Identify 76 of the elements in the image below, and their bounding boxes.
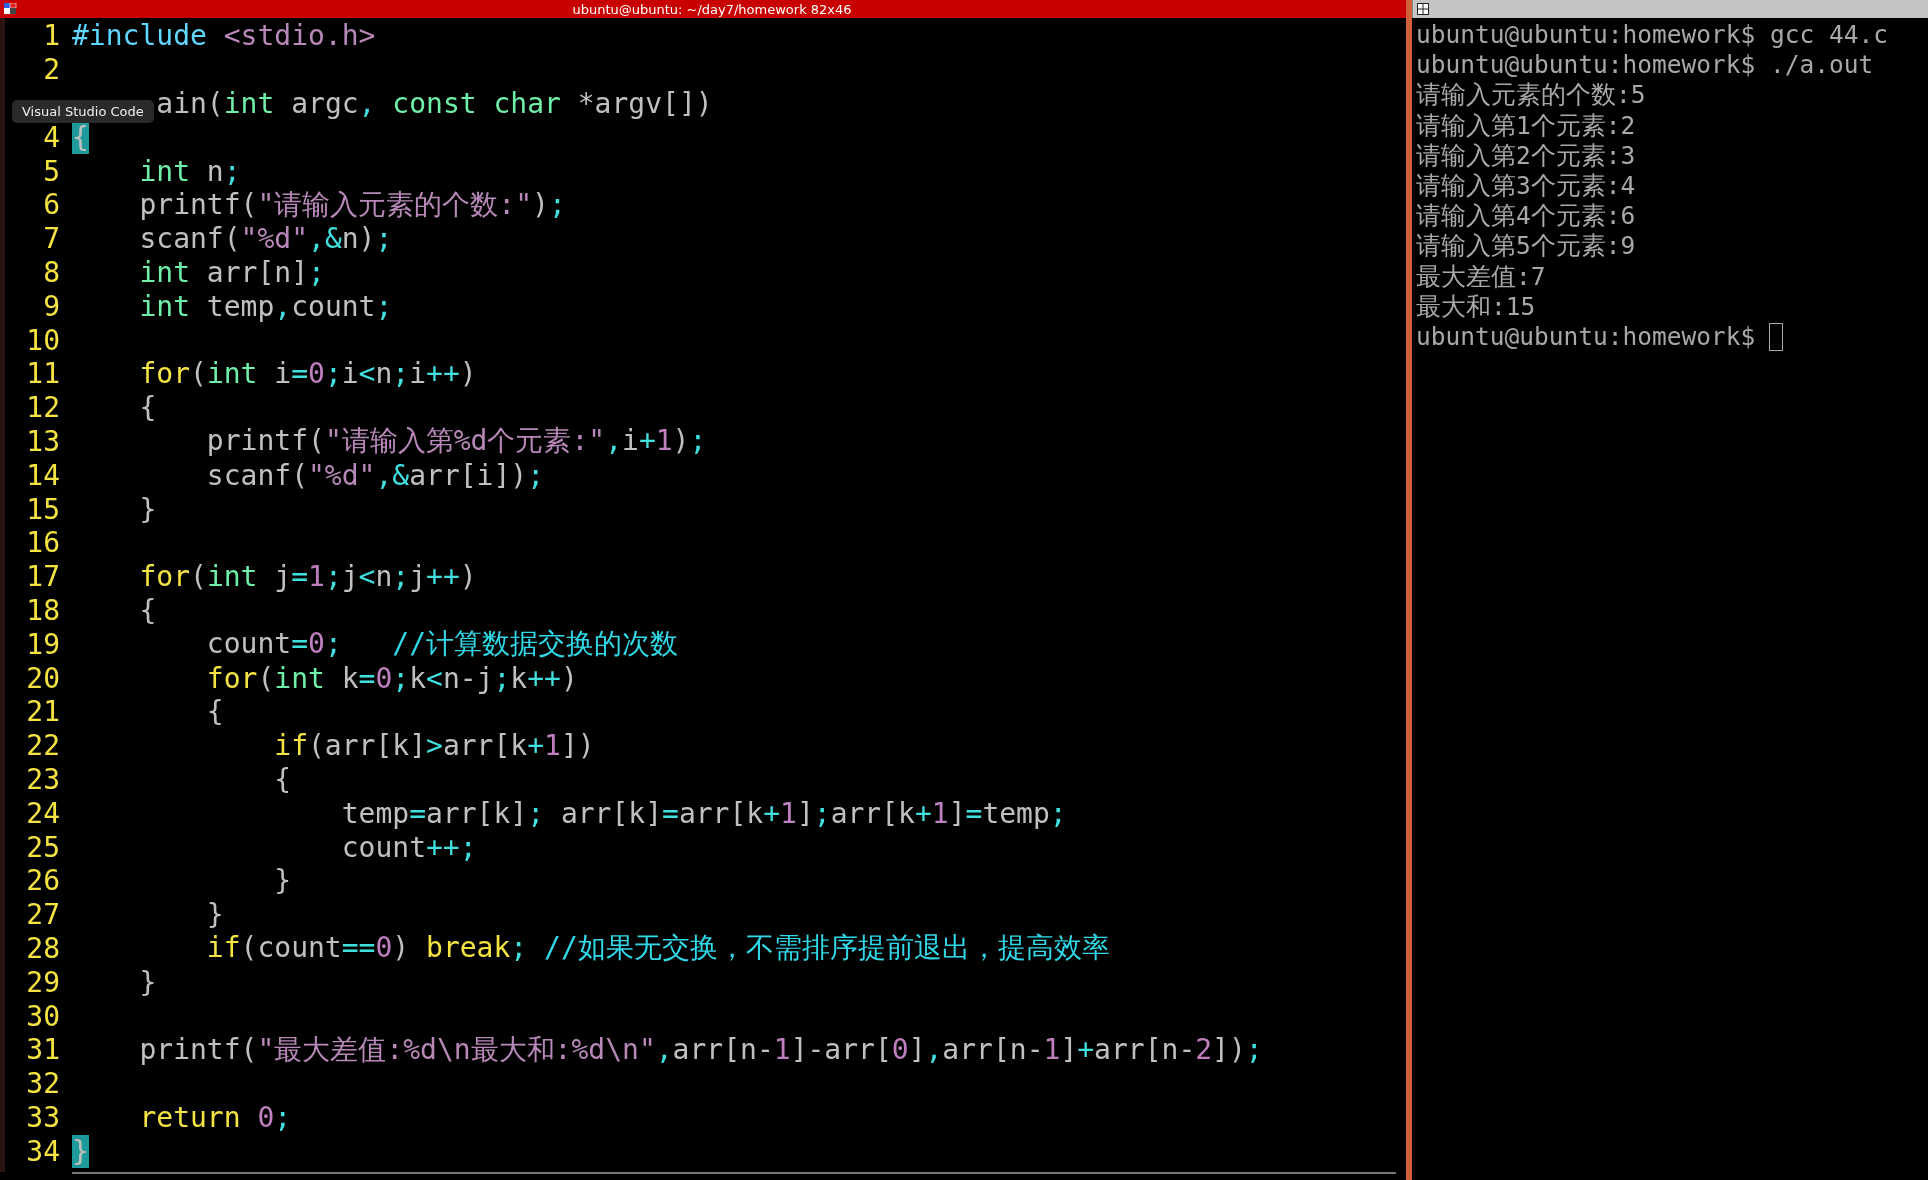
code-line: int arr[n]; — [139, 255, 325, 289]
code-line: for(int k=0;k<n-j;k++) — [206, 661, 578, 695]
code-line: } — [139, 965, 157, 999]
line-number: 14 — [25, 458, 61, 492]
line-number: 8 — [42, 255, 61, 289]
code-line: scanf("%d",&arr[i]); — [206, 458, 545, 492]
line-number: 24 — [25, 796, 61, 830]
code-line: } — [139, 492, 157, 526]
code-line: { — [139, 391, 157, 425]
line-number: 34 — [25, 1134, 61, 1168]
line-number: 11 — [25, 357, 61, 391]
code-line: temp=arr[k]; arr[k]=arr[k+1];arr[k+1]=temp; — [341, 796, 1067, 830]
terminal-line: 请输入第1个元素:2 — [1416, 110, 1637, 141]
line-number: 18 — [25, 593, 61, 627]
terminal-prompt: ubuntu@ubuntu:homework$ — [1416, 321, 1756, 353]
line-number: 10 — [25, 323, 61, 357]
code-line: int n; — [139, 154, 241, 188]
line-number: 23 — [25, 762, 61, 796]
window-menu-icon[interactable] — [4, 3, 18, 15]
code-line: printf("请输入第%d个元素:",i+1); — [206, 423, 707, 460]
code-line: if(arr[k]>arr[k+1]) — [274, 729, 595, 763]
line-number: 31 — [25, 1033, 61, 1067]
line-number: 27 — [25, 898, 61, 932]
code-line: int temp,count; — [139, 289, 393, 323]
line-number: 22 — [25, 729, 61, 763]
code-line: printf("最大差值:%d\n最大和:%d\n",arr[n-1]-arr[0],arr[n-1]+arr[n-2]); — [139, 1031, 1263, 1068]
cursor-icon — [1769, 322, 1784, 351]
line-number: 13 — [25, 424, 61, 458]
window-title: ubuntu@ubuntu: ~/day7/homework 82x46 — [571, 1, 853, 17]
line-number: 1 — [42, 19, 61, 53]
line-number: 12 — [25, 391, 61, 425]
terminal-line: 请输入第5个元素:9 — [1416, 231, 1637, 262]
line-number: 26 — [25, 864, 61, 898]
line-number: 30 — [25, 999, 61, 1033]
line-number: 16 — [25, 526, 61, 560]
line-number: 29 — [25, 965, 61, 999]
terminal-line: 请输入第2个元素:3 — [1416, 140, 1637, 171]
code-line: return 0; — [139, 1100, 292, 1134]
code-line: for(int j=1;j<n;j++) — [139, 560, 477, 594]
code-line: count=0; //计算数据交换的次数 — [206, 626, 679, 663]
code-line: #include <stdio.h> — [72, 19, 376, 53]
line-number: 20 — [25, 661, 61, 695]
line-number: 19 — [25, 627, 61, 661]
line-number: 32 — [25, 1067, 61, 1101]
code-line: } — [274, 864, 292, 898]
code-line: scanf("%d",&n); — [139, 222, 393, 256]
line-number: 21 — [25, 695, 61, 729]
line-number: 4 — [42, 120, 61, 154]
terminal-line: 最大差值:7 — [1416, 261, 1547, 292]
line-number: 7 — [42, 222, 61, 256]
code-line: printf("请输入元素的个数:"); — [139, 186, 566, 223]
code-line: count++; — [341, 830, 477, 864]
line-number: 25 — [25, 830, 61, 864]
code-line: ain(int argc, const char *argv[]) — [156, 87, 713, 120]
line-number: 2 — [42, 53, 61, 87]
grid-icon[interactable] — [1417, 3, 1431, 15]
terminal-line: ubuntu@ubuntu:homework$ ./a.out — [1416, 50, 1875, 81]
code-line: if(count==0) break; //如果无交换，不需排序提前退出，提高效率 — [206, 930, 1110, 967]
code-line: } — [206, 898, 224, 932]
tooltip: Visual Studio Code — [12, 100, 154, 123]
terminal-line: 请输入第4个元素:6 — [1416, 201, 1637, 232]
terminal-line: 请输入元素的个数:5 — [1416, 80, 1647, 111]
line-number: 5 — [42, 154, 61, 188]
line-number: 33 — [25, 1100, 61, 1134]
code-line: for(int i=0;i<n;i++) — [139, 357, 477, 391]
code-line: { — [206, 695, 224, 729]
code-line: { — [139, 593, 157, 627]
terminal-line: 请输入第3个元素:4 — [1416, 170, 1637, 202]
line-number: 15 — [25, 492, 61, 526]
code-line: { — [274, 762, 292, 796]
line-number: 28 — [25, 931, 61, 965]
terminal-line: ubuntu@ubuntu:homework$ gcc 44.c — [1416, 20, 1889, 51]
line-number: 17 — [25, 560, 61, 594]
terminal-line: 最大和:15 — [1416, 291, 1537, 322]
line-number: 9 — [42, 289, 61, 323]
line-number: 6 — [42, 188, 61, 222]
